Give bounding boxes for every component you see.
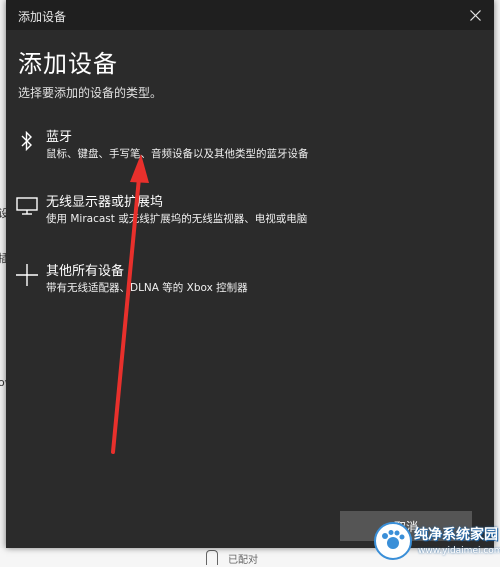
watermark: 纯净系统家园 www.yidaimei.com [374, 516, 500, 564]
window-title: 添加设备 [18, 10, 67, 24]
option-bluetooth[interactable]: 蓝牙 鼠标、键盘、手写笔、音频设备以及其他类型的蓝牙设备 [6, 126, 494, 174]
plus-icon [14, 262, 40, 288]
add-device-dialog: 添加设备 添加设备 选择要添加的设备的类型。 蓝牙 鼠标、键盘、手写笔、音频设备… [6, 0, 494, 548]
option-description: 使用 Miracast 或无线扩展坞的无线监视器、电视或电脑 [46, 213, 308, 225]
close-button[interactable] [462, 3, 488, 27]
option-description: 鼠标、键盘、手写笔、音频设备以及其他类型的蓝牙设备 [46, 148, 309, 160]
option-wireless-display[interactable]: 无线显示器或扩展坞 使用 Miracast 或无线扩展坞的无线监视器、电视或电脑 [6, 191, 494, 239]
close-icon [469, 9, 481, 21]
option-title: 蓝牙 [46, 130, 73, 145]
page-subtitle: 选择要添加的设备的类型。 [18, 86, 163, 100]
background-paired-label: 已配对 [228, 555, 258, 566]
option-everything-else[interactable]: 其他所有设备 带有无线适配器、DLNA 等的 Xbox 控制器 [6, 260, 494, 308]
bluetooth-icon [14, 128, 40, 154]
monitor-icon [14, 193, 40, 219]
watermark-logo-icon [374, 522, 412, 560]
background-device-icon [206, 550, 218, 565]
option-title: 其他所有设备 [46, 264, 125, 279]
watermark-url: www.yidaimei.com [418, 546, 500, 556]
page-title: 添加设备 [18, 50, 118, 78]
screen: 设 插 ow 已配对 添加设备 添加设备 选择要添加的设备的类型。 蓝牙 [0, 0, 500, 567]
option-description: 带有无线适配器、DLNA 等的 Xbox 控制器 [46, 282, 248, 294]
title-bar[interactable]: 添加设备 [6, 0, 494, 30]
watermark-title: 纯净系统家园 [414, 527, 498, 543]
option-title: 无线显示器或扩展坞 [46, 195, 164, 210]
